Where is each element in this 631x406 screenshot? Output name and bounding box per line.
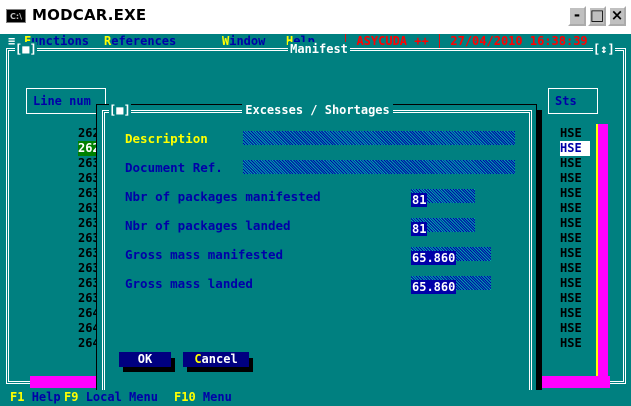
ok-button[interactable]: OK [119,352,171,367]
gross-mass-landed-value: 65.860 [411,280,457,294]
f9-local-menu-key[interactable]: F9 Local Menu [64,390,158,405]
status-cell[interactable]: HSE [560,126,590,141]
line-number-column-header[interactable]: Line num [26,88,106,114]
packages-landed-label: Nbr of packages landed [125,218,291,233]
resize-grip-icon [618,390,628,404]
status-cell[interactable]: HSE [560,336,590,351]
document-ref-label: Document Ref. [125,160,223,175]
gross-mass-manifested-label: Gross mass manifested [125,247,284,262]
maximize-button[interactable]: □ [588,6,606,26]
gross-mass-manifested-field[interactable]: 65.860 [411,247,491,265]
status-cell[interactable]: HSE [560,261,590,276]
status-cell[interactable]: HSE [560,171,590,186]
description-label: Description [125,131,208,146]
f10-menu-key[interactable]: F10 Menu [174,390,232,405]
status-cell[interactable]: HSE [560,321,590,336]
excesses-shortages-dialog: Excesses / Shortages [■] Description Doc… [96,103,537,406]
status-cell[interactable]: HSE [560,276,590,291]
manifest-close-icon[interactable]: [■] [15,42,37,57]
packages-manifested-field[interactable]: 81 [411,189,475,207]
packages-manifested-label: Nbr of packages manifested [125,189,321,204]
status-cell[interactable]: HSE [560,156,590,171]
function-key-bar: F1 Help F9 Local Menu F10 Menu [0,390,631,406]
dialog-close-icon[interactable]: [■] [109,103,131,118]
description-input[interactable] [243,131,515,145]
window-title: MODCAR.EXE [32,6,147,24]
manifest-title: Manifest [288,42,350,56]
status-cell[interactable]: HSE [560,246,590,261]
status-list: HSE HSE HSE HSE HSE HSE HSE HSE HSE HSE … [560,126,590,351]
cancel-button[interactable]: Cancel [183,352,249,367]
status-cell[interactable]: HSE [560,216,590,231]
manifest-zoom-icon[interactable]: [↕] [593,42,615,57]
status-cell[interactable]: HSE [560,186,590,201]
document-ref-input[interactable] [243,160,515,174]
f1-help-key[interactable]: F1 Help [10,390,61,405]
status-cell[interactable]: HSE [560,231,590,246]
packages-landed-field[interactable]: 81 [411,218,475,236]
title-bar[interactable]: C:\ MODCAR.EXE - □ × [0,0,631,32]
console-app-icon[interactable]: C:\ [6,9,26,23]
dialog-title: Excesses / Shortages [242,103,393,117]
gross-mass-landed-field[interactable]: 65.860 [411,276,491,294]
vertical-scrollbar[interactable] [596,124,608,376]
status-cell[interactable]: HSE [560,291,590,306]
status-column-header[interactable]: Sts [548,88,598,114]
packages-landed-value: 81 [411,222,428,236]
close-button[interactable]: × [608,6,626,26]
status-cell[interactable]: HSE [560,306,590,321]
gross-mass-landed-label: Gross mass landed [125,276,253,291]
status-cell[interactable]: HSE [560,201,590,216]
packages-manifested-value: 81 [411,193,428,207]
gross-mass-manifested-value: 65.860 [411,251,457,265]
minimize-button[interactable]: - [568,6,586,26]
status-cell-selected[interactable]: HSE [560,141,590,156]
console-area: ≡ Functions References Window Help │ ASY… [0,34,631,406]
